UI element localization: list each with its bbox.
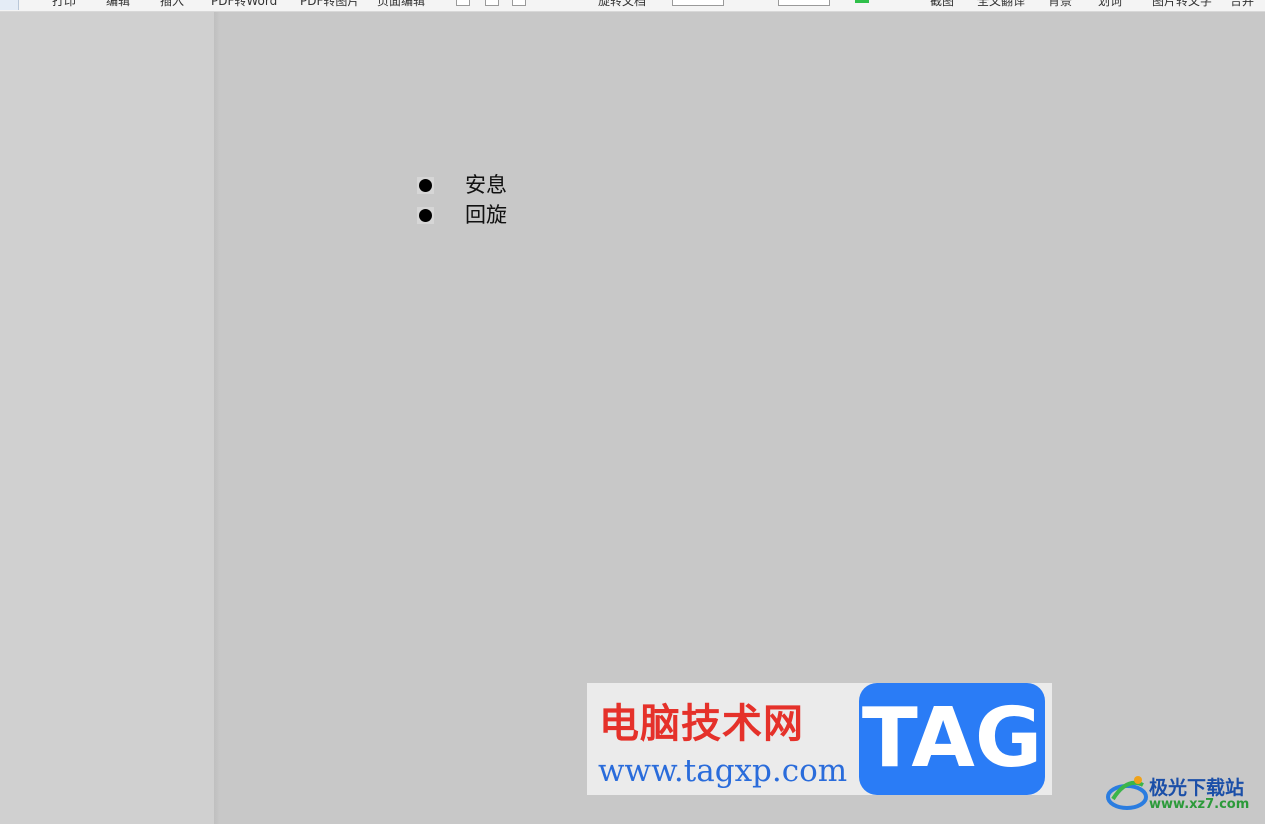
view-mode-icon[interactable] <box>512 0 526 6</box>
zoom-field[interactable] <box>778 0 830 6</box>
thumbnail-panel[interactable] <box>0 12 214 824</box>
bullet-icon <box>419 179 432 192</box>
image-to-text-button[interactable]: 图片转文字 <box>1152 0 1212 9</box>
list-item-text: 安息 <box>465 173 507 197</box>
aurora-logo-icon <box>1106 776 1148 810</box>
rotate-document-button[interactable]: 旋转文档 <box>598 0 646 9</box>
pdf-to-word-button[interactable]: PDF转Word <box>211 0 277 9</box>
screenshot-button[interactable]: 截图 <box>930 0 954 9</box>
page-number-field[interactable] <box>672 0 724 6</box>
translate-button[interactable]: 全文翻译 <box>977 0 1025 9</box>
background-button[interactable]: 背景 <box>1048 0 1072 9</box>
page-edit-button[interactable]: 页面编辑 <box>377 0 425 9</box>
bullet-icon <box>419 209 432 222</box>
list-item-text: 回旋 <box>465 203 507 227</box>
pdf-to-image-button[interactable]: PDF转图片 <box>300 0 359 9</box>
print-button[interactable]: 打印 <box>52 0 76 9</box>
list-item: 回旋 <box>417 200 507 230</box>
view-mode-icon[interactable] <box>456 0 470 6</box>
insert-button[interactable]: 插入 <box>160 0 184 9</box>
list-item: 安息 <box>417 170 507 200</box>
toolbar-corner[interactable] <box>0 0 19 10</box>
site-logo: 极光下载站 www.xz7.com <box>1105 771 1255 813</box>
watermark-banner: 电脑技术网 www.tagxp.com TAG <box>587 683 1052 795</box>
watermark-tag-logo: TAG <box>859 683 1045 795</box>
watermark-title: 电脑技术网 <box>599 701 804 747</box>
site-logo-url: www.xz7.com <box>1149 797 1250 812</box>
merge-button[interactable]: 合并 <box>1230 0 1254 9</box>
word-select-button[interactable]: 划词 <box>1098 0 1122 9</box>
view-mode-icon[interactable] <box>485 0 499 6</box>
toolbar: 打印 编辑 插入 PDF转Word PDF转图片 页面编辑 旋转文档 截图 全文… <box>0 0 1265 12</box>
edit-button[interactable]: 编辑 <box>106 0 130 9</box>
site-logo-name: 极光下载站 <box>1149 777 1245 799</box>
document-bullet-list: 安息 回旋 <box>417 170 507 230</box>
panel-divider <box>214 12 220 824</box>
watermark-url: www.tagxp.com <box>598 753 848 789</box>
status-indicator-icon <box>855 0 869 3</box>
